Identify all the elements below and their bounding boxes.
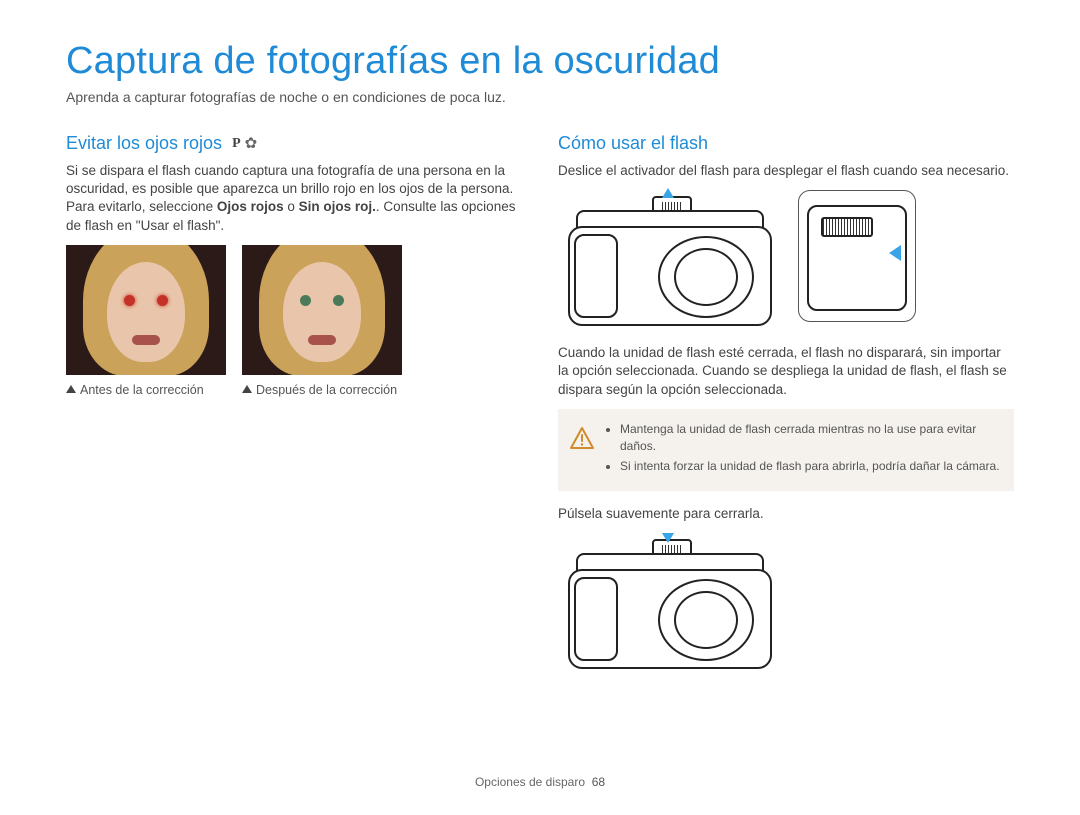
flash-paragraph-2: Cuando la unidad de flash esté cerrada, … — [558, 344, 1014, 399]
arrow-left-icon — [889, 245, 901, 261]
footer-page-number: 68 — [592, 775, 605, 789]
warning-icon — [570, 427, 594, 449]
warning-box: Mantenga la unidad de flash cerrada mien… — [558, 409, 1014, 491]
flash-close-figure — [558, 533, 1014, 673]
caption-marker-icon — [242, 385, 252, 393]
camera-illustration-close — [558, 533, 788, 673]
warning-item-1: Mantenga la unidad de flash cerrada mien… — [620, 421, 1000, 455]
red-eye-bold-2: Sin ojos roj. — [299, 199, 376, 214]
arrow-up-icon — [662, 188, 674, 198]
mode-flower-icon: ✿ — [245, 136, 258, 152]
flash-open-figure — [558, 190, 1014, 330]
caption-before: Antes de la corrección — [66, 383, 226, 397]
flash-paragraph-3: Púlsela suavemente para cerrarla. — [558, 505, 1014, 523]
page-intro: Aprenda a capturar fotografías de noche … — [66, 89, 1014, 105]
caption-after-text: Después de la corrección — [256, 383, 397, 397]
camera-illustration-open — [558, 190, 788, 330]
mode-icons: P ✿ — [232, 136, 257, 152]
left-column: Evitar los ojos rojos P ✿ Si se dispara … — [66, 133, 522, 687]
flash-switch-inset — [798, 190, 916, 322]
photo-before-correction — [66, 245, 226, 375]
footer-section: Opciones de disparo — [475, 775, 585, 789]
flash-paragraph-1: Deslice el activador del flash para desp… — [558, 162, 1014, 180]
page-title: Captura de fotografías en la oscuridad — [66, 40, 1014, 83]
warning-item-2: Si intenta forzar la unidad de flash par… — [620, 458, 1000, 475]
page-footer: Opciones de disparo 68 — [0, 775, 1080, 789]
section-heading-red-eye-text: Evitar los ojos rojos — [66, 133, 222, 154]
mode-p-icon: P — [232, 136, 241, 152]
red-eye-bold-1: Ojos rojos — [217, 199, 284, 214]
caption-after: Después de la corrección — [242, 383, 402, 397]
section-heading-red-eye: Evitar los ojos rojos P ✿ — [66, 133, 522, 154]
caption-before-text: Antes de la corrección — [80, 383, 204, 397]
arrow-down-icon — [662, 533, 674, 543]
red-eye-paragraph: Si se dispara el flash cuando captura un… — [66, 162, 522, 235]
red-eye-text-mid: o — [284, 199, 299, 214]
photo-after-correction — [242, 245, 402, 375]
caption-marker-icon — [66, 385, 76, 393]
section-heading-flash-text: Cómo usar el flash — [558, 133, 708, 154]
section-heading-flash: Cómo usar el flash — [558, 133, 1014, 154]
right-column: Cómo usar el flash Deslice el activador … — [558, 133, 1014, 687]
